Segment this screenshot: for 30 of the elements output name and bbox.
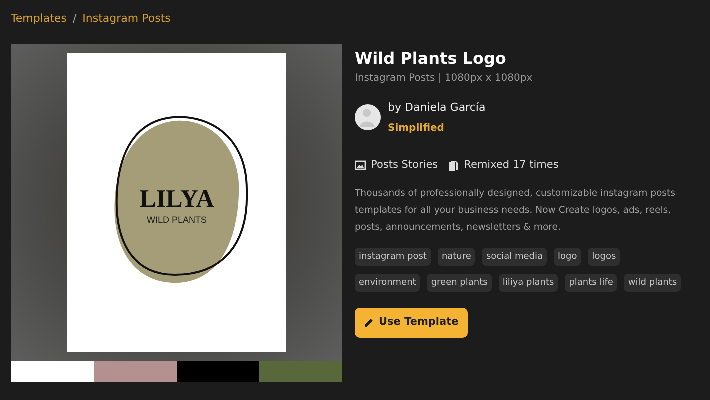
template-subtitle: Instagram Posts | 1080px x 1080px xyxy=(355,72,534,86)
color-swatch[interactable] xyxy=(176,361,260,382)
stat-label: Remixed 17 times xyxy=(464,158,559,172)
tag-chip[interactable]: wild plants xyxy=(624,274,682,292)
use-template-button[interactable]: Use Template xyxy=(355,308,468,338)
tag-chip[interactable]: nature xyxy=(438,248,476,266)
tag-chip[interactable]: instagram post xyxy=(355,248,431,266)
stat-label: Posts Stories xyxy=(371,158,438,172)
tag-chip[interactable]: social media xyxy=(482,248,547,266)
tag-chip[interactable]: green plants xyxy=(427,274,492,292)
template-title: Wild Plants Logo xyxy=(355,48,508,70)
tag-chip[interactable]: plants life xyxy=(565,274,618,292)
tag-chip[interactable]: logos xyxy=(588,248,620,266)
pencil-icon xyxy=(364,318,374,328)
color-swatch[interactable] xyxy=(94,361,176,382)
documents-icon xyxy=(448,160,460,171)
breadcrumb-link[interactable]: Templates xyxy=(11,10,67,28)
tag-chip[interactable]: logo xyxy=(554,248,582,266)
tag-chip[interactable]: environment xyxy=(355,274,420,292)
color-swatch[interactable] xyxy=(259,361,342,382)
logo-title: LILYA xyxy=(139,186,214,213)
breadcrumb-separator: / xyxy=(72,10,77,27)
team-name[interactable]: Simplified xyxy=(388,120,486,136)
tag-chip[interactable]: liliya plants xyxy=(498,274,558,292)
description: Thousands of professionally designed, customizable instagram posts templates for all your business needs. Now Create logos, ads, reels, posts, announcements, newsletters & more. xyxy=(355,187,677,236)
color-swatch[interactable] xyxy=(11,361,94,382)
author-name[interactable]: by Daniela García xyxy=(388,100,486,116)
breadcrumb-link[interactable]: Instagram Posts xyxy=(82,10,171,28)
logo-subtitle: WILD PLANTS xyxy=(146,215,206,225)
image-icon xyxy=(355,160,366,171)
